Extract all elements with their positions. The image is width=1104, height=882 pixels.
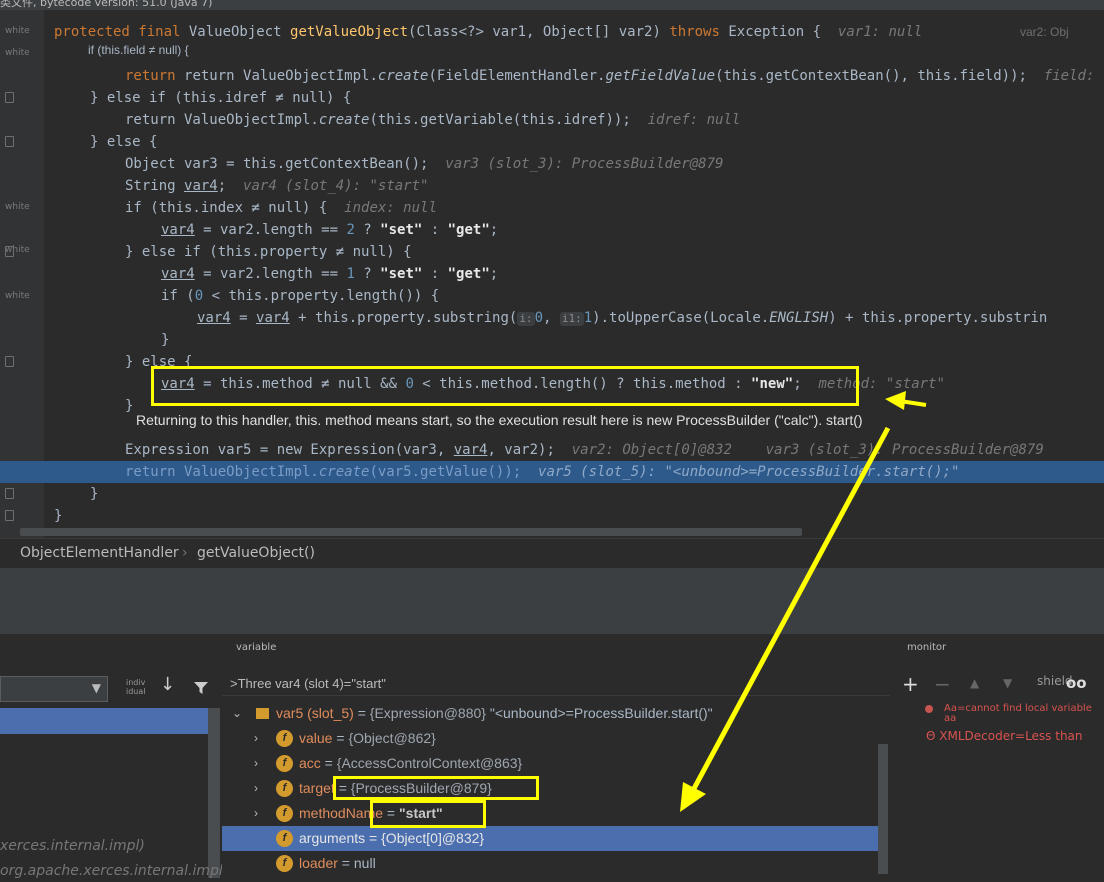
annotation-arrows [680,391,927,812]
arrow-to-variables [687,426,891,798]
arrowhead-left-icon [885,391,906,410]
